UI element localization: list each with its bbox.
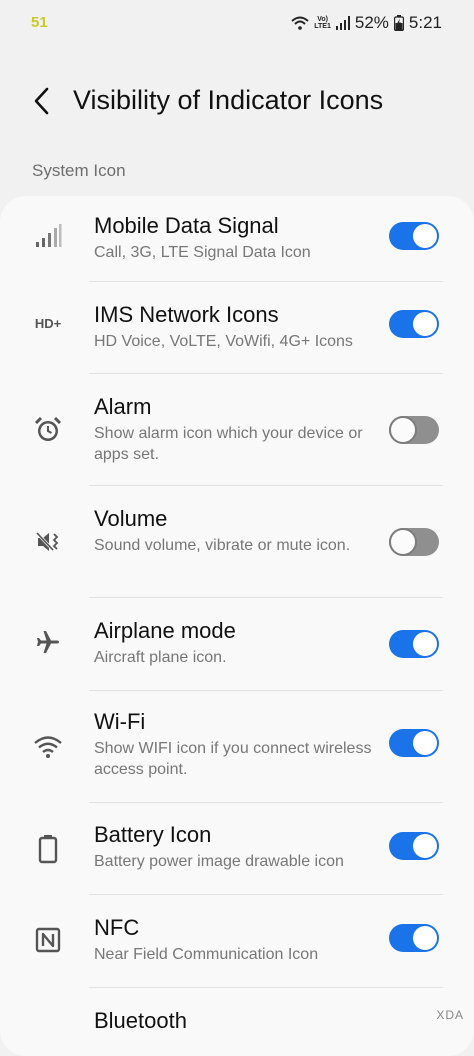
- nfc-icon: [28, 920, 68, 960]
- setting-title: Alarm: [94, 394, 152, 419]
- header: Visibility of Indicator Icons: [0, 70, 474, 134]
- setting-title: Bluetooth: [94, 1008, 187, 1033]
- setting-row-battery-icon[interactable]: Battery Icon Battery power image drawabl…: [0, 803, 474, 895]
- setting-row-wifi[interactable]: Wi-Fi Show WIFI icon if you connect wire…: [0, 691, 474, 803]
- setting-row-volume[interactable]: Volume Sound volume, vibrate or mute ico…: [0, 486, 474, 598]
- airplane-icon: [28, 622, 68, 662]
- back-button[interactable]: [25, 84, 59, 118]
- setting-subtitle: Show alarm icon which your device or app…: [94, 425, 363, 463]
- volume-toggle[interactable]: [389, 528, 439, 556]
- alarm-toggle[interactable]: [389, 416, 439, 444]
- setting-title: NFC: [94, 915, 140, 940]
- setting-title: IMS Network Icons: [94, 302, 279, 327]
- airplane-mode-toggle[interactable]: [389, 630, 439, 658]
- setting-subtitle: Sound volume, vibrate or mute icon.: [94, 537, 351, 554]
- toggle-knob: [413, 731, 437, 755]
- clock: 5:21: [408, 13, 442, 32]
- toggle-knob: [413, 926, 437, 950]
- setting-title: Battery Icon: [94, 822, 212, 847]
- toggle-knob: [413, 632, 437, 656]
- toggle-knob: [413, 312, 437, 336]
- setting-row-bluetooth[interactable]: Bluetooth: [0, 988, 474, 1056]
- back-arrow-icon: [34, 87, 49, 115]
- mute-vibrate-icon: [28, 522, 68, 562]
- settings-list: Mobile Data Signal Call, 3G, LTE Signal …: [0, 196, 474, 1056]
- battery-icon: [28, 829, 68, 869]
- volte-icon: Vo) LTE1: [314, 16, 331, 30]
- hd-plus-icon: HD+: [34, 315, 62, 331]
- status-notification-count: 51: [31, 14, 48, 31]
- mobile-data-signal-toggle[interactable]: [389, 222, 439, 250]
- setting-row-airplane-mode[interactable]: Airplane mode Aircraft plane icon.: [0, 598, 474, 690]
- volte-top-text: Vo): [317, 16, 328, 23]
- wifi-toggle[interactable]: [389, 729, 439, 757]
- setting-title: Wi-Fi: [94, 709, 146, 734]
- setting-subtitle: Call, 3G, LTE Signal Data Icon: [94, 244, 311, 261]
- setting-row-nfc[interactable]: NFC Near Field Communication Icon: [0, 895, 474, 987]
- nfc-toggle[interactable]: [389, 924, 439, 952]
- xda-watermark: XDA: [436, 1008, 464, 1022]
- cell-signal-icon: [335, 16, 350, 30]
- setting-subtitle: Battery power image drawable icon: [94, 853, 344, 870]
- setting-subtitle: Show WIFI icon if you connect wireless a…: [94, 740, 372, 778]
- toggle-knob: [413, 224, 437, 248]
- wifi-status-icon: [291, 16, 309, 30]
- wifi-icon: [28, 727, 68, 767]
- signal-bars-icon: [28, 216, 68, 256]
- setting-row-alarm[interactable]: Alarm Show alarm icon which your device …: [0, 374, 474, 486]
- setting-row-ims-network-icons[interactable]: HD+ IMS Network Icons HD Voice, VoLTE, V…: [0, 282, 474, 374]
- toggle-knob: [389, 416, 417, 444]
- setting-title: Airplane mode: [94, 618, 236, 643]
- setting-title: Volume: [94, 506, 168, 531]
- setting-subtitle: HD Voice, VoLTE, VoWifi, 4G+ Icons: [94, 333, 353, 350]
- section-title: System Icon: [32, 161, 126, 180]
- ims-network-icons-toggle[interactable]: [389, 310, 439, 338]
- battery-percent: 52%: [354, 13, 389, 32]
- battery-icon-toggle[interactable]: [389, 832, 439, 860]
- setting-title: Mobile Data Signal: [94, 213, 279, 238]
- setting-subtitle: Aircraft plane icon.: [94, 649, 227, 666]
- status-bar: 51 Vo) LTE1 52% 5:21: [0, 0, 474, 46]
- alarm-clock-icon: [28, 410, 68, 450]
- toggle-knob: [413, 834, 437, 858]
- battery-charging-icon: [393, 15, 404, 31]
- setting-row-mobile-data-signal[interactable]: Mobile Data Signal Call, 3G, LTE Signal …: [0, 196, 474, 280]
- setting-subtitle: Near Field Communication Icon: [94, 946, 319, 963]
- volte-bottom-text: LTE1: [314, 23, 331, 30]
- page-title: Visibility of Indicator Icons: [73, 85, 384, 115]
- status-icons: Vo) LTE1 52% 5:21: [291, 13, 442, 33]
- toggle-knob: [389, 528, 417, 556]
